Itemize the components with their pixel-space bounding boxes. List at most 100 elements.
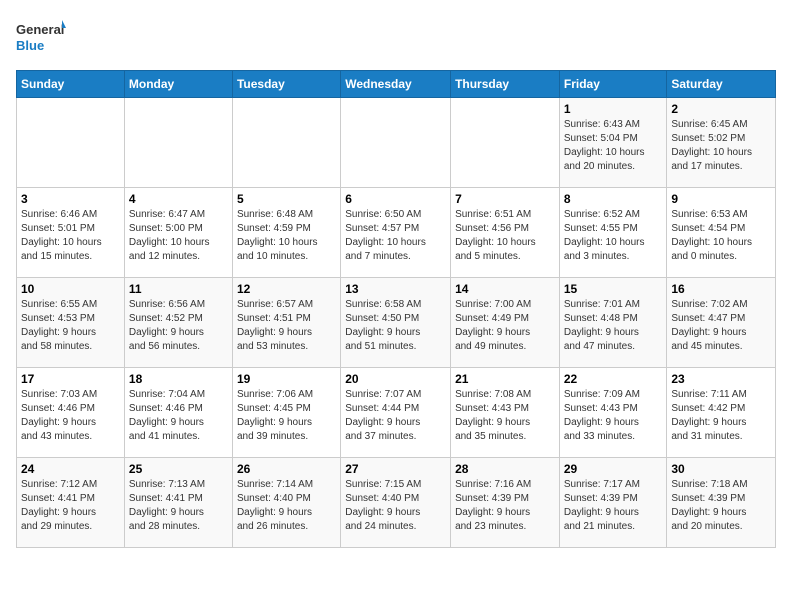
day-number: 27 (345, 462, 446, 476)
calendar-cell-5-5: 28Sunrise: 7:16 AM Sunset: 4:39 PM Dayli… (451, 458, 560, 548)
day-number: 29 (564, 462, 663, 476)
week-row-3: 10 Sunrise: 6:55 AM Sunset: 4:53 PM Dayli… (17, 278, 776, 368)
day-info: Sunrise: 7:00 AM Sunset: 4:49 PM Dayligh… (455, 298, 555, 354)
day-info: Sunrise: 7:14 AM Sunset: 4:40 PM Dayligh… (237, 478, 336, 534)
calendar-cell-4-1: 17 Sunrise: 7:03 AM Sunset: 4:46 PM Dayli… (17, 368, 125, 458)
day-info: Sunrise: 7:01 AM Sunset: 4:48 PM Dayligh… (564, 298, 663, 354)
day-info: Sunrise: 6:57 AM Sunset: 4:51 PM Dayligh… (237, 298, 336, 354)
day-info: Sunrise: 7:13 AM Sunset: 4:41 PM Dayligh… (129, 478, 228, 534)
day-number: 5 (237, 192, 336, 206)
calendar-cell-2-1: 3 Sunrise: 6:46 AM Sunset: 5:01 PM Daylig… (17, 188, 125, 278)
calendar-cell-1-6: 1 Sunrise: 6:43 AM Sunset: 5:04 PM Daylig… (559, 98, 667, 188)
day-info: Sunrise: 7:12 AM Sunset: 4:41 PM Dayligh… (21, 478, 120, 534)
calendar-cell-3-3: 12Sunrise: 6:57 AM Sunset: 4:51 PM Dayli… (232, 278, 340, 368)
day-number: 2 (671, 102, 771, 116)
day-number: 1 (564, 102, 663, 116)
day-number: 10 (21, 282, 120, 296)
day-info: Sunrise: 7:15 AM Sunset: 4:40 PM Dayligh… (345, 478, 446, 534)
calendar-cell-1-7: 2Sunrise: 6:45 AM Sunset: 5:02 PM Daylig… (667, 98, 776, 188)
day-number: 4 (129, 192, 228, 206)
day-number: 24 (21, 462, 120, 476)
calendar-cell-2-3: 5 Sunrise: 6:48 AM Sunset: 4:59 PM Daylig… (232, 188, 340, 278)
calendar-cell-5-7: 30 Sunrise: 7:18 AM Sunset: 4:39 PM Dayli… (667, 458, 776, 548)
day-info: Sunrise: 6:52 AM Sunset: 4:55 PM Dayligh… (564, 208, 663, 264)
week-row-4: 17 Sunrise: 7:03 AM Sunset: 4:46 PM Dayli… (17, 368, 776, 458)
day-info: Sunrise: 7:11 AM Sunset: 4:42 PM Dayligh… (671, 388, 771, 444)
calendar-table: SundayMondayTuesdayWednesdayThursdayFrid… (16, 70, 776, 548)
calendar-cell-4-6: 22 Sunrise: 7:09 AM Sunset: 4:43 PM Dayli… (559, 368, 667, 458)
day-info: Sunrise: 7:18 AM Sunset: 4:39 PM Dayligh… (671, 478, 771, 534)
day-number: 6 (345, 192, 446, 206)
calendar-cell-4-7: 23 Sunrise: 7:11 AM Sunset: 4:42 PM Dayli… (667, 368, 776, 458)
day-info: Sunrise: 7:03 AM Sunset: 4:46 PM Dayligh… (21, 388, 120, 444)
logo-svg: General Blue (16, 16, 66, 58)
week-row-1: 1 Sunrise: 6:43 AM Sunset: 5:04 PM Daylig… (17, 98, 776, 188)
day-info: Sunrise: 7:02 AM Sunset: 4:47 PM Dayligh… (671, 298, 771, 354)
day-number: 21 (455, 372, 555, 386)
day-number: 16 (671, 282, 771, 296)
week-row-5: 24 Sunrise: 7:12 AM Sunset: 4:41 PM Dayli… (17, 458, 776, 548)
calendar-cell-4-4: 20Sunrise: 7:07 AM Sunset: 4:44 PM Dayli… (341, 368, 451, 458)
calendar-cell-5-1: 24 Sunrise: 7:12 AM Sunset: 4:41 PM Dayli… (17, 458, 125, 548)
day-info: Sunrise: 6:56 AM Sunset: 4:52 PM Dayligh… (129, 298, 228, 354)
day-number: 30 (671, 462, 771, 476)
day-info: Sunrise: 7:06 AM Sunset: 4:45 PM Dayligh… (237, 388, 336, 444)
day-number: 9 (671, 192, 771, 206)
day-number: 22 (564, 372, 663, 386)
day-info: Sunrise: 6:58 AM Sunset: 4:50 PM Dayligh… (345, 298, 446, 354)
calendar-cell-2-6: 8 Sunrise: 6:52 AM Sunset: 4:55 PM Daylig… (559, 188, 667, 278)
day-number: 20 (345, 372, 446, 386)
calendar-cell-1-4 (341, 98, 451, 188)
weekday-header-friday: Friday (559, 71, 667, 98)
calendar-cell-4-5: 21Sunrise: 7:08 AM Sunset: 4:43 PM Dayli… (451, 368, 560, 458)
calendar-cell-2-7: 9 Sunrise: 6:53 AM Sunset: 4:54 PM Daylig… (667, 188, 776, 278)
day-number: 25 (129, 462, 228, 476)
header: General Blue (16, 16, 776, 58)
calendar-cell-4-2: 18Sunrise: 7:04 AM Sunset: 4:46 PM Dayli… (124, 368, 232, 458)
logo: General Blue (16, 16, 66, 58)
day-info: Sunrise: 7:09 AM Sunset: 4:43 PM Dayligh… (564, 388, 663, 444)
day-number: 23 (671, 372, 771, 386)
calendar-cell-1-1 (17, 98, 125, 188)
day-number: 11 (129, 282, 228, 296)
calendar-cell-1-5 (451, 98, 560, 188)
weekday-header-wednesday: Wednesday (341, 71, 451, 98)
day-info: Sunrise: 7:16 AM Sunset: 4:39 PM Dayligh… (455, 478, 555, 534)
calendar-cell-2-5: 7Sunrise: 6:51 AM Sunset: 4:56 PM Daylig… (451, 188, 560, 278)
day-info: Sunrise: 6:50 AM Sunset: 4:57 PM Dayligh… (345, 208, 446, 264)
calendar-cell-3-6: 15 Sunrise: 7:01 AM Sunset: 4:48 PM Dayli… (559, 278, 667, 368)
calendar-cell-3-1: 10 Sunrise: 6:55 AM Sunset: 4:53 PM Dayli… (17, 278, 125, 368)
day-info: Sunrise: 6:53 AM Sunset: 4:54 PM Dayligh… (671, 208, 771, 264)
calendar-cell-2-4: 6 Sunrise: 6:50 AM Sunset: 4:57 PM Daylig… (341, 188, 451, 278)
day-info: Sunrise: 6:55 AM Sunset: 4:53 PM Dayligh… (21, 298, 120, 354)
day-number: 19 (237, 372, 336, 386)
weekday-header-monday: Monday (124, 71, 232, 98)
day-number: 13 (345, 282, 446, 296)
day-number: 8 (564, 192, 663, 206)
calendar-cell-4-3: 19 Sunrise: 7:06 AM Sunset: 4:45 PM Dayli… (232, 368, 340, 458)
day-number: 15 (564, 282, 663, 296)
calendar-cell-5-2: 25 Sunrise: 7:13 AM Sunset: 4:41 PM Dayli… (124, 458, 232, 548)
weekday-header-tuesday: Tuesday (232, 71, 340, 98)
weekday-header-saturday: Saturday (667, 71, 776, 98)
calendar-cell-1-3 (232, 98, 340, 188)
calendar-cell-3-4: 13 Sunrise: 6:58 AM Sunset: 4:50 PM Dayli… (341, 278, 451, 368)
day-number: 3 (21, 192, 120, 206)
day-info: Sunrise: 6:43 AM Sunset: 5:04 PM Dayligh… (564, 118, 663, 174)
calendar-cell-5-4: 27 Sunrise: 7:15 AM Sunset: 4:40 PM Dayli… (341, 458, 451, 548)
day-info: Sunrise: 6:48 AM Sunset: 4:59 PM Dayligh… (237, 208, 336, 264)
calendar-cell-5-3: 26 Sunrise: 7:14 AM Sunset: 4:40 PM Dayli… (232, 458, 340, 548)
calendar-cell-5-6: 29Sunrise: 7:17 AM Sunset: 4:39 PM Dayli… (559, 458, 667, 548)
week-row-2: 3 Sunrise: 6:46 AM Sunset: 5:01 PM Daylig… (17, 188, 776, 278)
weekday-header-row: SundayMondayTuesdayWednesdayThursdayFrid… (17, 71, 776, 98)
svg-text:General: General (16, 22, 64, 37)
day-info: Sunrise: 6:47 AM Sunset: 5:00 PM Dayligh… (129, 208, 228, 264)
weekday-header-sunday: Sunday (17, 71, 125, 98)
day-number: 7 (455, 192, 555, 206)
day-info: Sunrise: 7:04 AM Sunset: 4:46 PM Dayligh… (129, 388, 228, 444)
day-number: 26 (237, 462, 336, 476)
calendar-cell-3-2: 11 Sunrise: 6:56 AM Sunset: 4:52 PM Dayli… (124, 278, 232, 368)
day-info: Sunrise: 6:46 AM Sunset: 5:01 PM Dayligh… (21, 208, 120, 264)
svg-text:Blue: Blue (16, 38, 44, 53)
day-number: 17 (21, 372, 120, 386)
